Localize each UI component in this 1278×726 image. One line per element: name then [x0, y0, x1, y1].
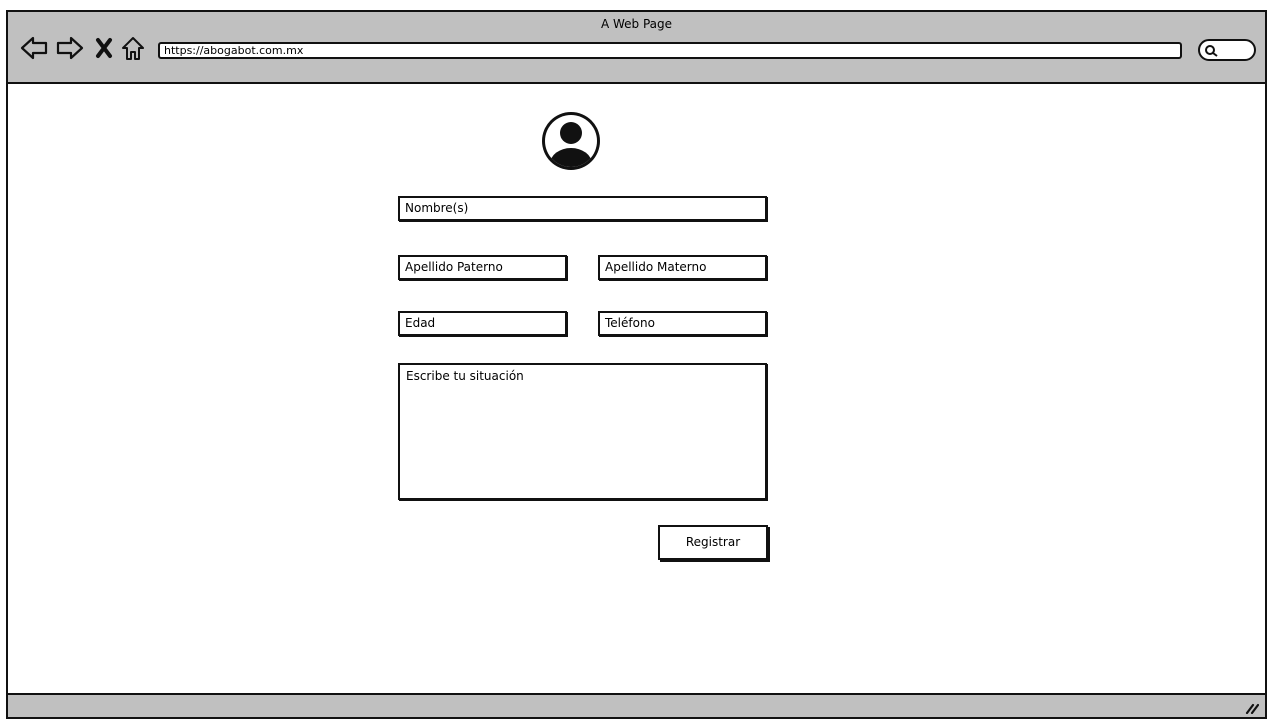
search-icon [1205, 45, 1218, 57]
url-input[interactable]: https://abogabot.com.mx [158, 42, 1182, 59]
browser-toolbar: A Web Page https://abogabot.com.mx [8, 12, 1265, 84]
home-icon[interactable] [120, 35, 146, 61]
close-icon[interactable] [94, 35, 114, 61]
window-title: A Web Page [600, 17, 673, 31]
apellido-paterno-input[interactable]: Apellido Paterno [398, 255, 567, 280]
search-button[interactable] [1198, 39, 1256, 61]
status-bar [8, 693, 1265, 717]
back-arrow-icon[interactable] [20, 35, 48, 61]
telefono-input[interactable]: Teléfono [598, 311, 767, 336]
apellido-materno-input[interactable]: Apellido Materno [598, 255, 767, 280]
user-avatar-icon [542, 112, 600, 170]
situacion-textarea[interactable]: Escribe tu situación [398, 363, 767, 500]
forward-arrow-icon[interactable] [56, 35, 84, 61]
nombre-input[interactable]: Nombre(s) [398, 196, 767, 221]
edad-input[interactable]: Edad [398, 311, 567, 336]
resize-grip-icon[interactable] [1245, 702, 1259, 714]
registrar-button[interactable]: Registrar [658, 525, 768, 560]
